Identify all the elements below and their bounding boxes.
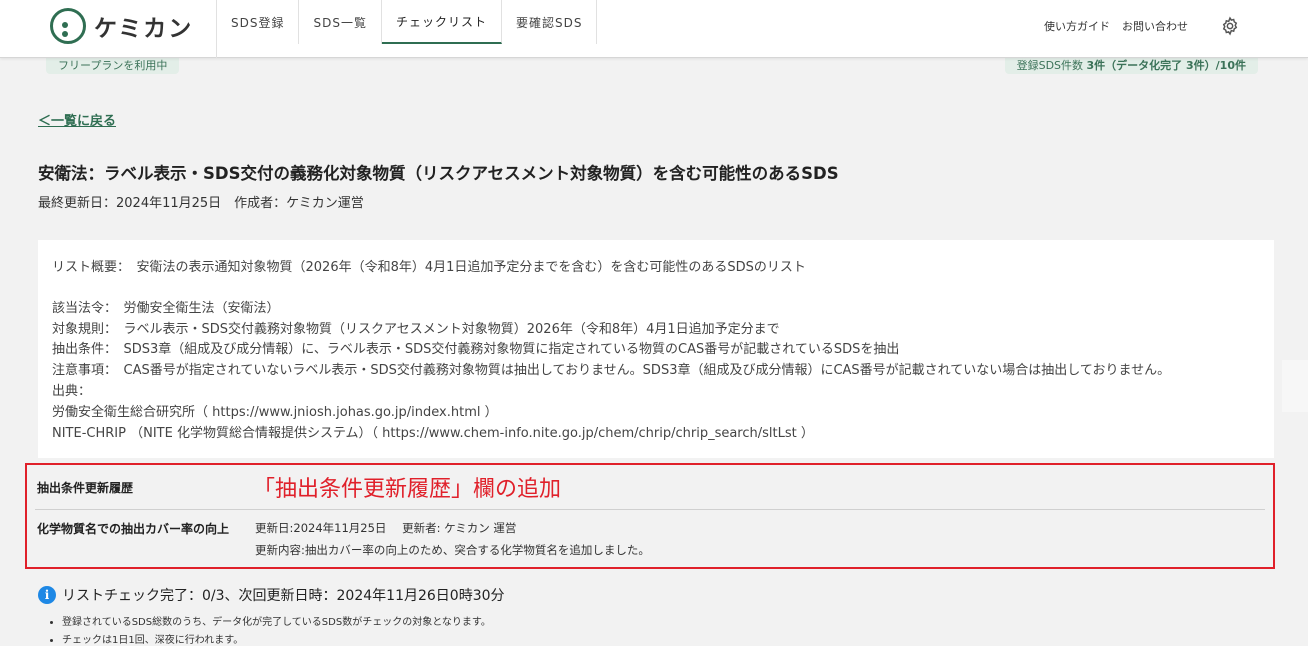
history-item-meta: 更新日:2024年11月25日 更新者: ケミカン 運営 — [255, 520, 528, 536]
logo-text: ケミカン — [94, 16, 194, 42]
extraction-condition: 抽出条件： SDS3章（組成及び成分情報）に、ラベル表示・SDS交付義務対象物質… — [52, 342, 900, 358]
notes-list: 登録されているSDS総数のうち、データ化が完了しているSDS数がチェックの対象と… — [50, 614, 491, 646]
main-nav: SDS登録 SDS一覧 チェックリスト 要確認SDS — [216, 0, 598, 58]
page-meta: 最終更新日：2024年11月25日 作成者：ケミカン運営 — [38, 196, 364, 211]
list-summary: リスト概要： 安衛法の表示通知対象物質（2026年（令和8年）4月1日追加予定分… — [52, 260, 806, 275]
list-item: 登録されているSDS総数のうち、データ化が完了しているSDS数がチェックの対象と… — [62, 614, 491, 632]
history-annotation: 「抽出条件更新履歴」欄の追加 — [253, 477, 562, 502]
history-item-content: 更新内容:抽出カバー率の向上のため、突合する化学物質名を追加しました。 — [255, 543, 650, 557]
tab-review-sds[interactable]: 要確認SDS — [502, 0, 598, 44]
history-updated-date: 更新日:2024年11月25日 — [255, 521, 387, 535]
list-info-card: リスト概要： 安衛法の表示通知対象物質（2026年（令和8年）4月1日追加予定分… — [38, 240, 1274, 458]
history-divider — [35, 509, 1265, 510]
tab-sds-register[interactable]: SDS登録 — [217, 0, 300, 44]
history-heading: 抽出条件更新履歴 — [37, 481, 134, 495]
guide-link[interactable]: 使い方ガイド — [1044, 18, 1110, 34]
caution-note: 注意事項： CAS番号が指定されていないラベル表示・SDS交付義務対象物質は抽出… — [52, 363, 1171, 379]
applicable-law: 該当法令： 労働安全衛生法（安衛法） — [52, 300, 280, 316]
top-header: ケミカン SDS登録 SDS一覧 チェックリスト 要確認SDS 使い方ガイド お… — [0, 0, 1308, 58]
sds-count-value: 3件（データ化完了 3件）/10件 — [1086, 59, 1246, 72]
logo-icon — [50, 8, 86, 44]
history-updated-by: 更新者: ケミカン 運営 — [402, 521, 517, 535]
app-logo[interactable]: ケミカン — [50, 8, 193, 44]
source-jniosh: 労働安全衛生総合研究所（ https://www.jniosh.johas.go… — [52, 404, 498, 420]
extraction-history-section: 抽出条件更新履歴 「抽出条件更新履歴」欄の追加 化学物質名での抽出カバー率の向上… — [25, 463, 1275, 569]
back-to-list-link[interactable]: ＜一覧に戻る — [38, 110, 116, 129]
gear-icon[interactable] — [1220, 16, 1240, 36]
side-panel-handle[interactable] — [1282, 360, 1308, 412]
tab-checklist[interactable]: チェックリスト — [381, 0, 502, 44]
source-label: 出典： — [52, 383, 92, 399]
list-item: チェックは1日1回、深夜に行われます。 — [62, 632, 491, 646]
target-regulation: 対象規則： ラベル表示・SDS交付義務対象物質（リスクアセスメント対象物質）20… — [52, 321, 780, 337]
contact-link[interactable]: お問い合わせ — [1122, 18, 1188, 34]
list-check-status: i リストチェック完了：0/3、次回更新日時：2024年11月26日0時30分 — [38, 585, 505, 605]
tab-sds-list[interactable]: SDS一覧 — [299, 0, 382, 44]
header-links: 使い方ガイド お問い合わせ — [1044, 18, 1188, 34]
info-icon: i — [38, 586, 56, 604]
history-item-title: 化学物質名での抽出カバー率の向上 — [37, 522, 230, 536]
page-title: 安衛法：ラベル表示・SDS交付の義務化対象物質（リスクアセスメント対象物質）を含… — [38, 164, 839, 183]
source-nite-chrip: NITE-CHRIP （NITE 化学物質総合情報提供システム）（ https:… — [52, 425, 814, 441]
sds-count-label: 登録SDS件数 — [1016, 59, 1084, 72]
status-text: リストチェック完了：0/3、次回更新日時：2024年11月26日0時30分 — [62, 588, 505, 604]
